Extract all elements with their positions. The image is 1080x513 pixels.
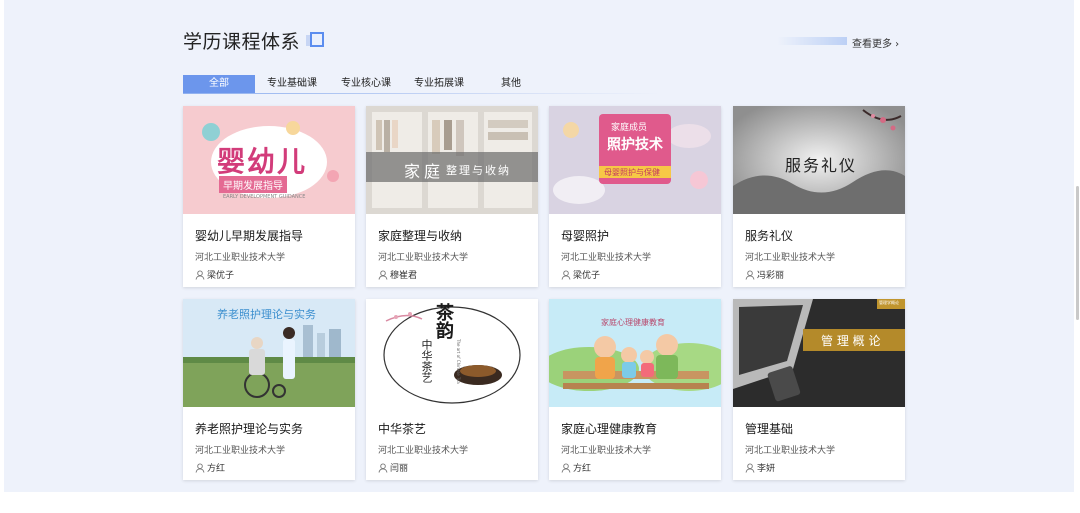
course-thumbnail: 婴幼儿 早期发展指导 EARLY DEVELOPMENT GUIDANCE [183,106,355,214]
thumb-subtitle: 中华茶艺 [420,339,433,383]
course-title[interactable]: 母婴照护 [561,227,609,244]
view-more-link[interactable]: 查看更多 › [852,35,899,50]
person-icon [561,270,571,280]
course-title[interactable]: 服务礼仪 [745,227,793,244]
course-thumbnail: 家庭 整理与收纳 [366,106,538,214]
tab-all[interactable]: 全部 [183,75,255,93]
course-card[interactable]: 家庭 整理与收纳 家庭整理与收纳 河北工业职业技术大学 穆崔君 [366,106,538,287]
thumb-title: 家庭 [404,162,445,181]
course-teacher: 李妍 [745,461,775,474]
course-school: 河北工业职业技术大学 [745,446,836,456]
person-icon [561,463,571,473]
person-icon [378,463,388,473]
course-teacher: 闫丽 [378,461,408,474]
course-thumbnail: 茶韵 中华茶艺 The art of Chinese Tea [366,299,538,407]
course-thumbnail: 家庭成员 照护技术 母婴照护与保健 [549,106,721,214]
thumb-title: 养老照护理论与实务 [217,308,316,321]
more-decoration [777,37,847,45]
thumb-title: 家庭心理健康教育 [601,318,665,327]
tabs-underline [183,93,661,94]
thumb-subtitle: 早期发展指导 [219,176,287,193]
course-school: 河北工业职业技术大学 [378,446,469,456]
thumb-subtitle: 整理与收纳 [446,164,511,177]
course-school: 河北工业职业技术大学 [195,446,286,456]
course-school: 河北工业职业技术大学 [745,253,836,263]
teacher-name: 梁优子 [207,271,235,281]
course-school: 河北工业职业技术大学 [378,253,469,263]
course-card[interactable]: 家庭成员 照护技术 母婴照护与保健 母婴照护 河北工业职业技术大学 梁优子 [549,106,721,287]
course-teacher: 方红 [195,461,225,474]
course-teacher: 梁优子 [561,268,600,281]
course-card[interactable]: 家庭心理健康教育 家庭心理健康教育 河北工业职业技术大学 方红 [549,299,721,480]
course-section [4,0,1074,492]
section-title: 学历课程体系 [183,31,301,53]
teacher-name: 梁优子 [573,271,601,281]
course-teacher: 穆崔君 [378,268,417,281]
tab-basic[interactable]: 专业基础课 [261,75,323,93]
course-title[interactable]: 家庭心理健康教育 [561,420,657,437]
title-decoration-icon [306,32,324,48]
person-icon [378,270,388,280]
course-thumbnail: 养老照护理论与实务 [183,299,355,407]
person-icon [195,270,205,280]
course-teacher: 方红 [561,461,591,474]
course-thumbnail: 服务礼仪 [733,106,905,214]
tab-other[interactable]: 其他 [493,75,529,93]
thumb-title: 管 理 概 论 [821,334,881,348]
course-teacher: 冯彩丽 [745,268,784,281]
tab-core[interactable]: 专业核心课 [335,75,397,93]
thumb-title: 茶韵 [433,303,454,339]
course-card[interactable]: 服务礼仪 服务礼仪 河北工业职业技术大学 冯彩丽 [733,106,905,287]
course-title[interactable]: 家庭整理与收纳 [378,227,462,244]
scrollbar[interactable] [1076,186,1079,320]
course-card[interactable]: 茶韵 中华茶艺 The art of Chinese Tea 中华茶艺 河北工业… [366,299,538,480]
teacher-name: 李妍 [757,464,776,474]
course-school: 河北工业职业技术大学 [561,446,652,456]
course-school: 河北工业职业技术大学 [561,253,652,263]
thumb-subtitle: 母婴照护与保健 [604,168,660,177]
teacher-name: 冯彩丽 [757,271,785,281]
thumb-subtitle: 管理学概论 [879,300,899,305]
wardrobe-illustration [366,106,538,214]
thumb-english: EARLY DEVELOPMENT GUIDANCE [223,194,306,200]
teacher-name: 闫丽 [390,464,409,474]
course-thumbnail: 家庭心理健康教育 [549,299,721,407]
course-teacher: 梁优子 [195,268,234,281]
course-title[interactable]: 婴幼儿早期发展指导 [195,227,303,244]
family-illustration [549,299,721,407]
course-school: 河北工业职业技术大学 [195,253,286,263]
thumb-title: 婴幼儿 [217,145,308,178]
thumb-label: 家庭成员 [611,123,648,133]
thumb-title: 照护技术 [607,137,663,153]
course-card[interactable]: 婴幼儿 早期发展指导 EARLY DEVELOPMENT GUIDANCE 婴幼… [183,106,355,287]
tab-extension[interactable]: 专业拓展课 [408,75,470,93]
course-card[interactable]: 管 理 概 论 管理学概论 管理基础 河北工业职业技术大学 李妍 [733,299,905,480]
course-title[interactable]: 养老照护理论与实务 [195,420,303,437]
course-thumbnail: 管 理 概 论 管理学概论 [733,299,905,407]
teacher-name: 穆崔君 [390,271,418,281]
person-icon [195,463,205,473]
course-title[interactable]: 管理基础 [745,420,793,437]
person-icon [745,463,755,473]
category-tabs: 全部 专业基础课 专业核心课 专业拓展课 其他 [183,75,663,93]
teacher-name: 方红 [573,464,592,474]
course-title[interactable]: 中华茶艺 [378,420,426,437]
course-card[interactable]: 养老照护理论与实务 养老照护理论与实务 河北工业职业技术大学 方红 [183,299,355,480]
thumb-title: 服务礼仪 [785,156,858,175]
thumb-english: The art of Chinese Tea [456,339,461,384]
teacher-name: 方红 [207,464,226,474]
laptop-illustration [733,299,905,407]
person-icon [745,270,755,280]
